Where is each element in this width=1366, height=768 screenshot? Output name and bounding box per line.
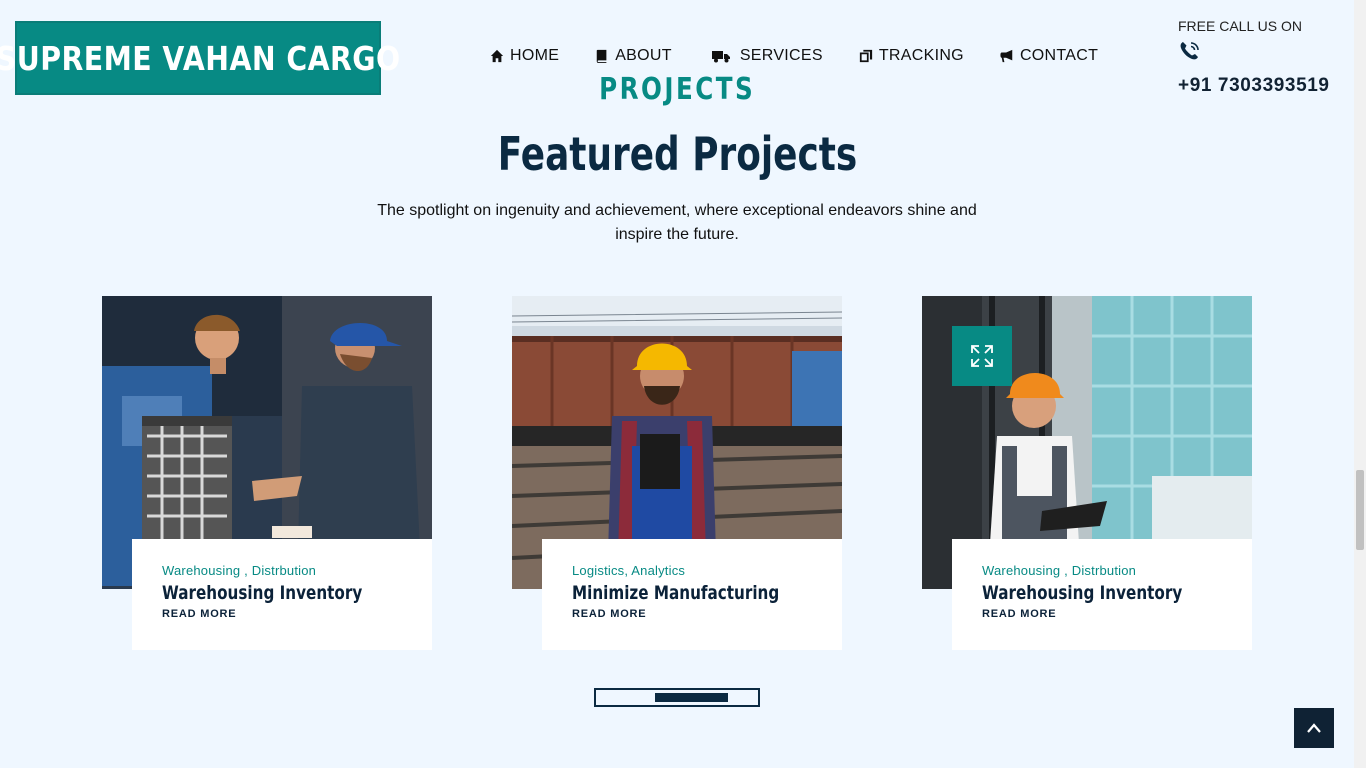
project-title[interactable]: Warehousing Inventory bbox=[162, 582, 362, 604]
project-card: Logistics, Analytics Minimize Manufactur… bbox=[512, 296, 862, 650]
section-subtitle: The spotlight on ingenuity and achieveme… bbox=[377, 202, 977, 243]
project-categories[interactable]: Warehousing , Distrbution bbox=[162, 563, 402, 578]
project-card-body: Warehousing , Distrbution Warehousing In… bbox=[132, 539, 432, 650]
project-card-body: Warehousing , Distrbution Warehousing In… bbox=[952, 539, 1252, 650]
contact-label: FREE CALL US ON bbox=[1178, 18, 1302, 34]
expand-icon bbox=[971, 345, 993, 367]
section-tag-text: PROJECTS bbox=[598, 72, 756, 107]
section-tag: PROJECTS bbox=[0, 72, 1354, 107]
box-icon bbox=[859, 49, 872, 63]
read-more-link[interactable]: READ MORE bbox=[982, 608, 1222, 620]
carousel-pagination-thumb[interactable] bbox=[655, 693, 728, 702]
carousel-pagination[interactable] bbox=[594, 688, 760, 707]
nav-label-home: HOME bbox=[510, 47, 560, 64]
nav-label-services: SERVICES bbox=[739, 47, 823, 64]
project-title[interactable]: Minimize Manufacturing bbox=[572, 582, 779, 604]
project-card: Warehousing , Distrbution Warehousing In… bbox=[102, 296, 452, 650]
project-categories[interactable]: Warehousing , Distrbution bbox=[982, 563, 1222, 578]
page-scrollbar-track[interactable] bbox=[1354, 0, 1366, 768]
nav-item-services[interactable]: SERVICES bbox=[711, 47, 823, 65]
page-scrollbar-thumb[interactable] bbox=[1356, 470, 1364, 550]
nav-item-about[interactable]: ABOUT bbox=[595, 47, 672, 65]
phone-icon bbox=[1180, 42, 1199, 60]
nav-label-about: ABOUT bbox=[615, 47, 672, 64]
nav-label-tracking: TRACKING bbox=[878, 47, 964, 64]
project-title[interactable]: Warehousing Inventory bbox=[982, 582, 1182, 604]
chevron-up-icon bbox=[1307, 723, 1321, 733]
main-nav: HOME ABOUT SERVICES TRACKING CONTACT bbox=[490, 47, 1134, 65]
nav-label-contact: CONTACT bbox=[1019, 47, 1099, 64]
read-more-link[interactable]: READ MORE bbox=[572, 608, 812, 620]
nav-item-home[interactable]: HOME bbox=[490, 47, 559, 65]
section-title: Featured Projects bbox=[0, 127, 1354, 181]
home-icon bbox=[490, 49, 504, 63]
truck-icon bbox=[711, 51, 730, 63]
project-card-body: Logistics, Analytics Minimize Manufactur… bbox=[542, 539, 842, 650]
project-categories[interactable]: Logistics, Analytics bbox=[572, 563, 812, 578]
nav-item-tracking[interactable]: TRACKING bbox=[859, 47, 964, 65]
read-more-link[interactable]: READ MORE bbox=[162, 608, 402, 620]
project-card: Warehousing , Distrbution Warehousing In… bbox=[922, 296, 1272, 650]
section-title-text: Featured Projects bbox=[497, 127, 857, 181]
nav-item-contact[interactable]: CONTACT bbox=[1000, 47, 1098, 65]
book-icon bbox=[596, 49, 607, 63]
megaphone-icon bbox=[1000, 49, 1013, 63]
scroll-to-top-button[interactable] bbox=[1294, 708, 1334, 748]
expand-button[interactable] bbox=[952, 326, 1012, 386]
